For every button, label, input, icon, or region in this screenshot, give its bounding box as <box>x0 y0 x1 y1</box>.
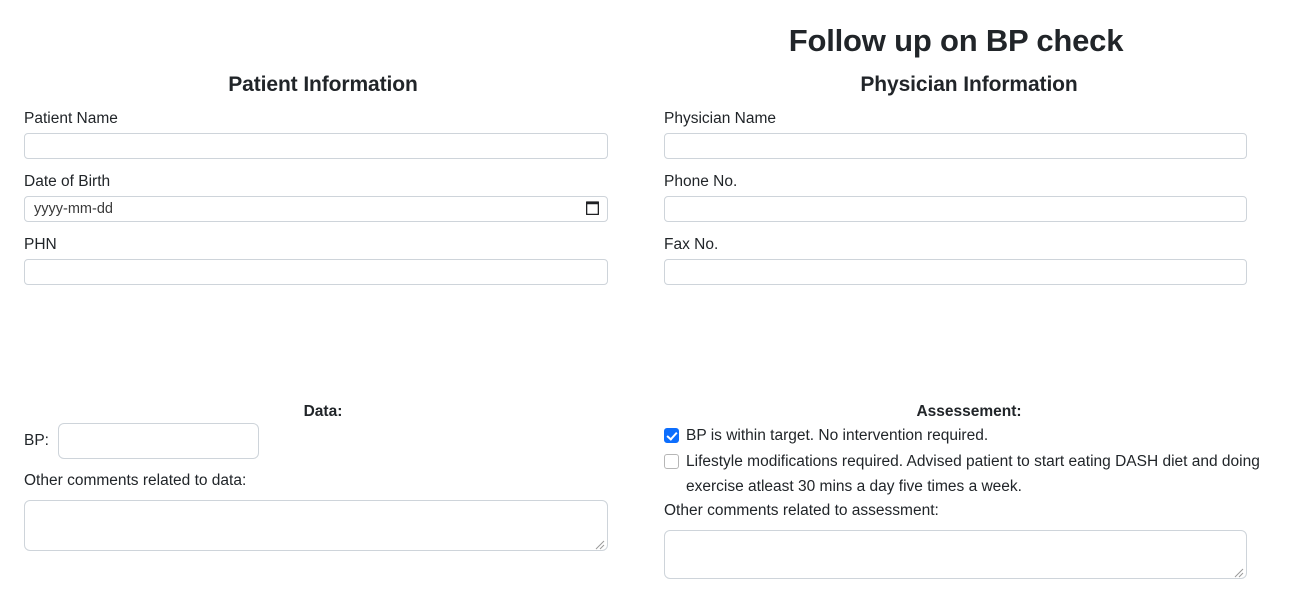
date-of-birth-wrapper: yyyy-mm-dd <box>24 196 608 222</box>
assessment-option-label: Lifestyle modifications required. Advise… <box>686 452 1260 496</box>
data-comments-wrapper <box>24 500 608 551</box>
assessment-option-checkbox-bp-within-target[interactable] <box>664 428 679 443</box>
patient-name-label: Patient Name <box>24 110 118 127</box>
bp-followup-form: Follow up on BP check Patient Informatio… <box>0 0 1292 600</box>
patient-name-input[interactable] <box>24 133 608 159</box>
data-comments-label: Other comments related to data: <box>24 472 247 489</box>
fax-number-input[interactable] <box>664 259 1247 285</box>
assessment-comments-textarea[interactable] <box>664 530 1247 579</box>
patient-name-group: Patient Name <box>24 108 608 159</box>
physician-name-label: Physician Name <box>664 110 776 127</box>
bp-input[interactable] <box>57 423 259 459</box>
assessment-option-row[interactable]: BP is within target. No intervention req… <box>664 423 1264 449</box>
assessment-option-checkbox-lifestyle-modifications[interactable] <box>664 453 679 469</box>
data-comments-textarea[interactable] <box>24 500 608 551</box>
assessment-comments-label: Other comments related to assessment: <box>664 502 939 519</box>
bp-row: BP: <box>24 423 259 459</box>
phn-input[interactable] <box>24 259 608 285</box>
data-comments-group: Other comments related to data: <box>24 470 608 551</box>
physician-information-heading: Physician Information <box>860 73 1078 96</box>
assessment-option-row[interactable]: Lifestyle modifications required. Advise… <box>664 449 1264 500</box>
physician-column: Physician Information Physician Name Pho… <box>646 0 1292 600</box>
phone-number-group: Phone No. <box>664 171 1247 222</box>
phn-label: PHN <box>24 236 57 253</box>
date-of-birth-group: Date of Birth yyyy-mm-dd <box>24 171 608 222</box>
calendar-icon[interactable] <box>585 201 600 216</box>
patient-information-heading: Patient Information <box>228 73 418 96</box>
assessment-heading: Assessement: <box>916 402 1022 420</box>
physician-name-input[interactable] <box>664 133 1247 159</box>
assessment-options-list: BP is within target. No intervention req… <box>664 423 1264 500</box>
phn-group: PHN <box>24 234 608 285</box>
date-of-birth-input[interactable] <box>24 196 608 222</box>
date-of-birth-label: Date of Birth <box>24 173 111 190</box>
fax-number-group: Fax No. <box>664 234 1247 285</box>
patient-column: Patient Information Patient Name Date of… <box>0 0 646 600</box>
assessment-option-label: BP is within target. No intervention req… <box>686 427 989 444</box>
assessment-comments-group: Other comments related to assessment: <box>664 500 1247 579</box>
physician-name-group: Physician Name <box>664 108 1247 159</box>
bp-label: BP: <box>24 432 49 449</box>
fax-number-label: Fax No. <box>664 236 719 253</box>
assessment-comments-wrapper <box>664 530 1247 579</box>
phone-number-label: Phone No. <box>664 173 738 190</box>
phone-number-input[interactable] <box>664 196 1247 222</box>
data-heading: Data: <box>303 402 343 420</box>
